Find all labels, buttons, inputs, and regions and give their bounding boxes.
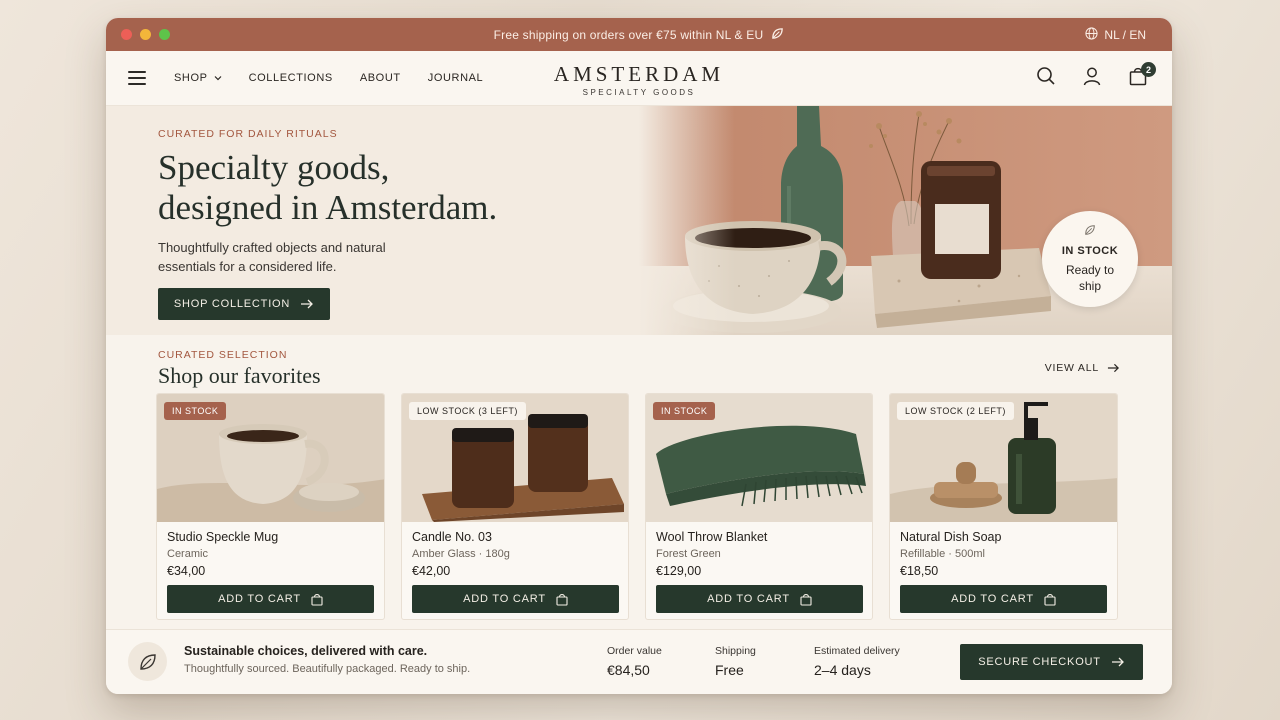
product-image: LOW STOCK (3 LEFT)	[402, 394, 628, 522]
stock-tag: LOW STOCK (2 LEFT)	[897, 402, 1014, 420]
add-to-cart-button[interactable]: ADD TO CART	[412, 585, 619, 613]
product-meta: Refillable · 500ml	[900, 548, 985, 560]
product-price: €42,00	[412, 564, 451, 578]
minimize-window-button[interactable]	[140, 29, 151, 40]
product-card[interactable]: IN STOCK Wool Throw Blanket Forest Green…	[645, 393, 873, 620]
shop-collection-button[interactable]: SHOP COLLECTION	[158, 288, 330, 320]
arrow-right-icon	[301, 299, 314, 309]
main-nav: SHOP COLLECTIONS ABOUT JOURNAL AMSTERDAM…	[106, 51, 1172, 106]
cart-button[interactable]: 2	[1128, 62, 1156, 91]
cart-count-badge: 2	[1141, 62, 1156, 77]
stock-tag: IN STOCK	[653, 402, 716, 420]
favorites-eyebrow: CURATED SELECTION	[158, 349, 288, 361]
arrow-right-icon	[1107, 363, 1119, 373]
product-name[interactable]: Natural Dish Soap	[900, 530, 1107, 544]
brand-subtitle: SPECIALTY GOODS	[582, 88, 696, 97]
product-meta: Ceramic	[167, 548, 208, 560]
add-to-cart-label: ADD TO CART	[463, 593, 546, 605]
hero-title-line-1: Specialty goods,	[158, 148, 390, 187]
product-grid: IN STOCK Studio Speckle Mug Ceramic €34,…	[156, 393, 1118, 620]
delivery-label: Estimated delivery	[814, 645, 900, 657]
shipping-info: Shipping Free	[715, 645, 756, 678]
announcement: Free shipping on orders over €75 within …	[494, 27, 785, 43]
add-to-cart-button[interactable]: ADD TO CART	[656, 585, 863, 613]
product-image: IN STOCK	[157, 394, 384, 522]
order-value-label: Order value	[607, 645, 662, 657]
view-all-link[interactable]: VIEW ALL	[1045, 362, 1120, 374]
hero-title: Specialty goods, designed in Amsterdam.	[158, 148, 628, 228]
window-controls	[121, 29, 170, 40]
product-name[interactable]: Candle No. 03	[412, 530, 618, 544]
language-label: NL / EN	[1104, 28, 1146, 42]
product-name[interactable]: Wool Throw Blanket	[656, 530, 862, 544]
product-info: Natural Dish Soap Refillable · 500ml €18…	[890, 522, 1117, 613]
shop-collection-label: SHOP COLLECTION	[173, 298, 291, 310]
shipping-value: Free	[715, 662, 744, 678]
product-price: €34,00	[167, 564, 206, 578]
hero-stock-badge: IN STOCK Ready to ship	[1042, 211, 1138, 307]
hero-section: CURATED FOR DAILY RITUALS Specialty good…	[106, 106, 1172, 335]
sustainability-message: Sustainable choices, delivered with care…	[184, 644, 470, 675]
language-switcher[interactable]: NL / EN	[1085, 27, 1146, 43]
product-card[interactable]: LOW STOCK (2 LEFT) Natural Dish Soap Ref…	[889, 393, 1118, 620]
announcement-bar: Free shipping on orders over €75 within …	[106, 18, 1172, 51]
sustainability-subline: Thoughtfully sourced. Beautifully packag…	[184, 663, 471, 675]
stock-tag: IN STOCK	[164, 402, 227, 420]
delivery-value: 2–4 days	[814, 662, 871, 678]
product-card[interactable]: IN STOCK Studio Speckle Mug Ceramic €34,…	[156, 393, 385, 620]
hero-eyebrow: CURATED FOR DAILY RITUALS	[158, 128, 338, 140]
announcement-text: Free shipping on orders over €75 within …	[493, 27, 764, 42]
arrow-right-icon	[1111, 657, 1124, 667]
shopping-bag-icon	[556, 593, 568, 606]
search-icon[interactable]	[1036, 66, 1056, 91]
product-info: Studio Speckle Mug Ceramic €34,00 ADD TO…	[157, 522, 384, 613]
nav-icons: 2	[1036, 62, 1156, 91]
shopping-bag-icon	[311, 593, 323, 606]
add-to-cart-button[interactable]: ADD TO CART	[167, 585, 374, 613]
order-value-amount: €84,50	[607, 662, 650, 678]
hero-text: CURATED FOR DAILY RITUALS Specialty good…	[158, 128, 628, 320]
product-info: Candle No. 03 Amber Glass · 180g €42,00 …	[402, 522, 628, 613]
hero-badge-title: IN STOCK	[1061, 245, 1119, 257]
product-name[interactable]: Studio Speckle Mug	[167, 530, 374, 544]
add-to-cart-label: ADD TO CART	[707, 593, 790, 605]
leaf-icon	[1085, 225, 1095, 235]
leaf-icon	[128, 642, 167, 681]
sustainability-headline: Sustainable choices, delivered with care…	[184, 644, 428, 658]
product-price: €18,50	[900, 564, 939, 578]
account-icon[interactable]	[1082, 66, 1102, 91]
product-meta: Amber Glass · 180g	[412, 548, 510, 560]
hero-description: Thoughtfully crafted objects and natural…	[158, 240, 386, 274]
product-image: LOW STOCK (2 LEFT)	[890, 394, 1117, 522]
add-to-cart-button[interactable]: ADD TO CART	[900, 585, 1107, 613]
add-to-cart-label: ADD TO CART	[218, 593, 301, 605]
favorites-title: Shop our favorites	[158, 363, 321, 388]
maximize-window-button[interactable]	[159, 29, 170, 40]
shopping-bag-icon	[1044, 593, 1056, 606]
product-card[interactable]: LOW STOCK (3 LEFT) Candle No. 03 Amber G…	[401, 393, 629, 620]
product-info: Wool Throw Blanket Forest Green €129,00 …	[646, 522, 872, 613]
secure-checkout-button[interactable]: SECURE CHECKOUT	[960, 644, 1143, 680]
close-window-button[interactable]	[121, 29, 132, 40]
browser-window: Free shipping on orders over €75 within …	[106, 18, 1172, 694]
add-to-cart-label: ADD TO CART	[951, 593, 1034, 605]
stock-tag: LOW STOCK (3 LEFT)	[409, 402, 526, 420]
product-meta: Forest Green	[656, 548, 721, 560]
hero-badge-text: Ready to ship	[1065, 263, 1115, 293]
hero-title-line-2: designed in Amsterdam.	[158, 188, 498, 227]
shopping-bag-icon	[800, 593, 812, 606]
view-all-label: VIEW ALL	[1044, 362, 1099, 374]
favorites-header: CURATED SELECTION Shop our favorites	[158, 349, 321, 389]
globe-icon	[1085, 27, 1099, 43]
delivery-estimate: Estimated delivery 2–4 days	[814, 645, 900, 678]
secure-checkout-label: SECURE CHECKOUT	[978, 656, 1101, 668]
leaf-icon	[771, 27, 784, 43]
brand-logo[interactable]: AMSTERDAM SPECIALTY GOODS	[106, 62, 1172, 97]
brand-name: AMSTERDAM	[553, 62, 725, 86]
order-value: Order value €84,50	[607, 645, 662, 678]
product-price: €129,00	[656, 564, 702, 578]
shipping-label: Shipping	[715, 645, 756, 657]
product-image: IN STOCK	[646, 394, 872, 522]
checkout-bar: Sustainable choices, delivered with care…	[106, 629, 1172, 694]
